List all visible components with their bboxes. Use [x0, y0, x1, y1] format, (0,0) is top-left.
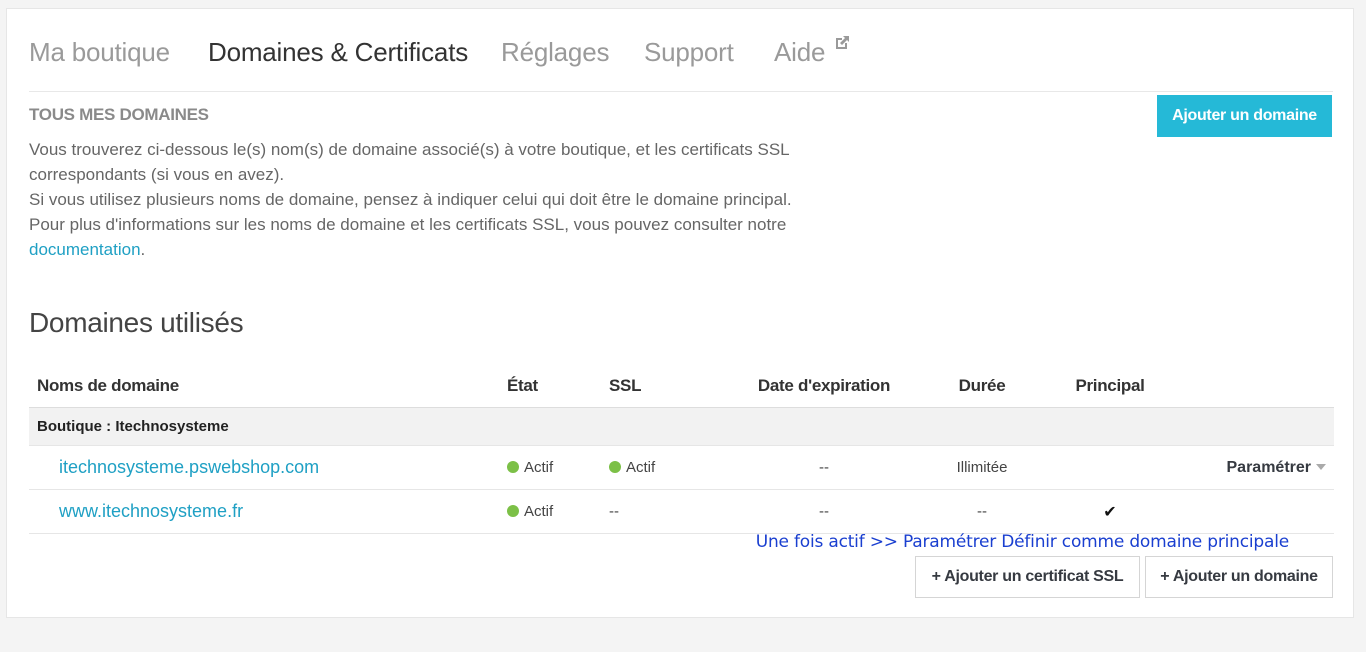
- tab-reglages[interactable]: Réglages: [501, 37, 609, 68]
- ssl-value: --: [601, 489, 731, 534]
- duration-value: --: [917, 489, 1047, 534]
- main-panel: Ma boutique Domaines & Certificats Régla…: [6, 8, 1354, 618]
- col-duration: Durée: [917, 365, 1047, 408]
- domains-table: Noms de domaine État SSL Date d'expirati…: [29, 365, 1334, 534]
- checkmark-icon: ✔: [1047, 489, 1173, 534]
- status-dot-icon: [609, 461, 621, 473]
- add-ssl-certificate-button[interactable]: + Ajouter un certificat SSL: [915, 556, 1140, 598]
- col-state: État: [499, 365, 601, 408]
- expiration-value: --: [731, 489, 917, 534]
- tab-domaines-certificats[interactable]: Domaines & Certificats: [208, 37, 468, 68]
- intro-line-3: Pour plus d'informations sur les noms de…: [29, 212, 889, 262]
- status-dot-icon: [507, 505, 519, 517]
- table-row: www.itechnosysteme.fr Actif -- -- -- ✔: [29, 489, 1334, 534]
- col-actions: [1173, 365, 1334, 408]
- documentation-link[interactable]: documentation: [29, 240, 141, 259]
- tab-ma-boutique[interactable]: Ma boutique: [29, 37, 170, 68]
- intro-text: Vous trouverez ci-dessous le(s) nom(s) d…: [29, 137, 889, 262]
- intro-line-1: Vous trouverez ci-dessous le(s) nom(s) d…: [29, 140, 789, 184]
- col-ssl: SSL: [601, 365, 731, 408]
- state-value: Actif: [524, 503, 554, 520]
- intro-line-3-text: Pour plus d'informations sur les noms de…: [29, 215, 787, 234]
- tab-support[interactable]: Support: [644, 37, 734, 68]
- col-expiration: Date d'expiration: [731, 365, 917, 408]
- add-domain-button-bottom[interactable]: + Ajouter un domaine: [1145, 556, 1333, 598]
- expiration-value: --: [731, 445, 917, 490]
- domains-heading: Domaines utilisés: [29, 307, 244, 338]
- parametrer-dropdown[interactable]: Paramétrer: [1173, 445, 1334, 490]
- group-label: Boutique : Itechnosysteme: [29, 407, 1334, 446]
- action-cell: [1173, 489, 1334, 534]
- domain-link[interactable]: itechnosysteme.pswebshop.com: [37, 457, 319, 477]
- parametrer-label: Paramétrer: [1226, 458, 1312, 476]
- add-domain-button-top[interactable]: Ajouter un domaine: [1157, 95, 1332, 137]
- external-link-icon: [828, 36, 851, 56]
- col-principal: Principal: [1047, 365, 1173, 408]
- col-domain-name: Noms de domaine: [29, 365, 499, 408]
- top-tabs: Ma boutique Domaines & Certificats Régla…: [29, 31, 1333, 92]
- annotation-note: Une fois actif >> Paramétrer Définir com…: [755, 532, 1289, 552]
- intro-line-2: Si vous utilisez plusieurs noms de domai…: [29, 190, 792, 209]
- table-row: itechnosysteme.pswebshop.com Actif Actif…: [29, 445, 1334, 490]
- principal-value: [1047, 445, 1173, 490]
- table-header-row: Noms de domaine État SSL Date d'expirati…: [29, 365, 1334, 408]
- domain-link[interactable]: www.itechnosysteme.fr: [37, 501, 243, 521]
- status-dot-icon: [507, 461, 519, 473]
- caret-down-icon: [1316, 464, 1326, 471]
- group-row: Boutique : Itechnosysteme: [29, 407, 1334, 446]
- tab-aide[interactable]: Aide: [774, 36, 851, 68]
- intro-line-3-end: .: [140, 240, 146, 259]
- state-value: Actif: [524, 459, 554, 476]
- ssl-value: Actif: [626, 459, 656, 476]
- section-title: TOUS MES DOMAINES: [29, 105, 209, 124]
- tab-aide-label: Aide: [774, 37, 826, 67]
- duration-value: Illimitée: [917, 445, 1047, 490]
